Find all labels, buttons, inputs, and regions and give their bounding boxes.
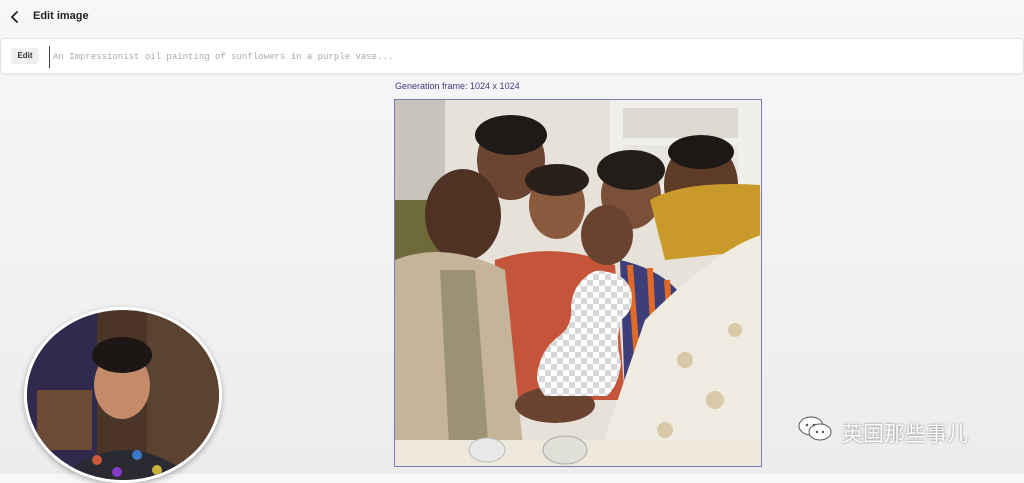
watermark-text: 英国那些事儿 bbox=[842, 423, 968, 446]
prompt-input[interactable] bbox=[49, 46, 855, 68]
generation-frame[interactable] bbox=[394, 99, 762, 467]
page-title: Edit image bbox=[33, 10, 89, 22]
wechat-icon bbox=[798, 416, 832, 441]
watermark: 英国那些事儿 bbox=[797, 414, 1007, 446]
edit-button[interactable]: Edit bbox=[11, 48, 39, 64]
back-arrow-icon[interactable] bbox=[6, 8, 24, 26]
top-bar: Edit image bbox=[0, 0, 1024, 36]
generation-frame-label: Generation frame: 1024 x 1024 bbox=[395, 81, 520, 91]
family-photo bbox=[395, 100, 761, 466]
webcam-overlay bbox=[24, 307, 222, 483]
prompt-bar: Edit bbox=[0, 38, 1024, 74]
presenter-video bbox=[27, 310, 219, 480]
